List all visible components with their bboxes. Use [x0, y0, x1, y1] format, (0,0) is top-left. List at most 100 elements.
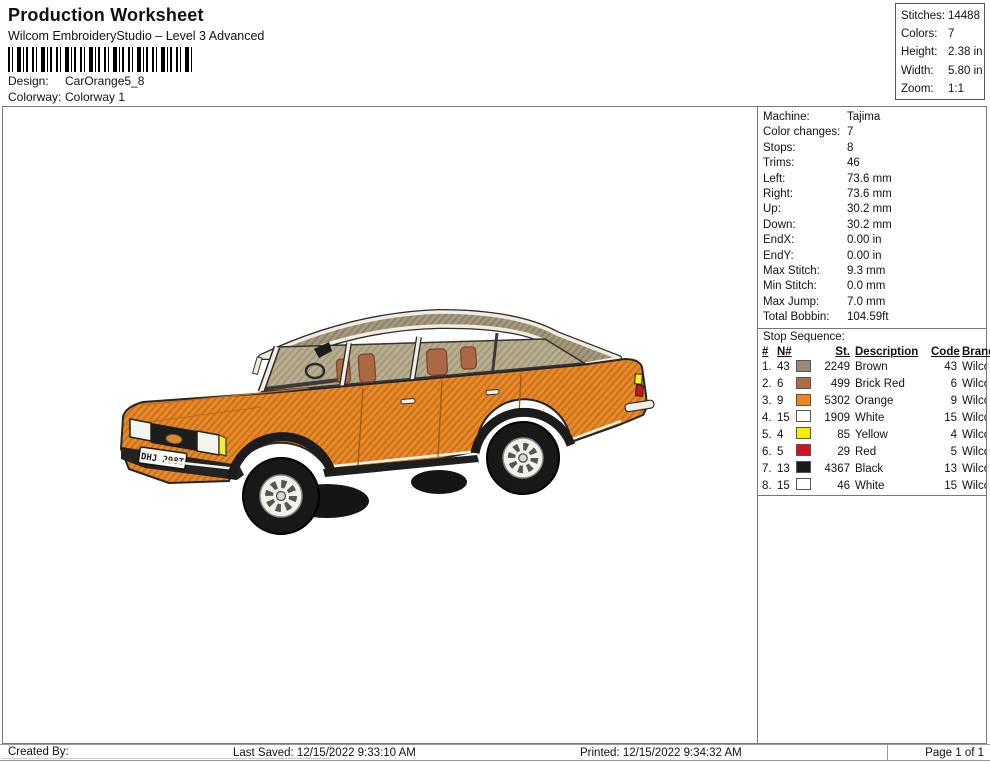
stop-needle: 15 [777, 410, 796, 427]
machine-info-row: Down:30.2 mm [763, 218, 986, 233]
stop-description: Yellow [850, 427, 931, 444]
machine-info-label: EndX: [763, 233, 847, 248]
colorway-row: Colorway:Colorway 1 [8, 90, 125, 104]
stop-code: 5 [931, 444, 957, 461]
machine-info-row: Max Jump:7.0 mm [763, 295, 986, 310]
summary-label: Height: [901, 43, 948, 61]
stop-stitch-count: 5302 [816, 394, 850, 411]
stop-column-header: N# [777, 345, 796, 360]
thread-color-swatch [796, 360, 811, 372]
front-indicator [219, 435, 226, 456]
worksheet-body: DHJ 298T [2, 106, 987, 744]
stop-number: 3. [758, 394, 777, 411]
stop-sequence-row: 1.432249Brown43Wilcom [758, 360, 986, 377]
stop-brand: Wilcom [957, 478, 986, 495]
summary-label: Zoom: [901, 80, 948, 98]
machine-info-value: 73.6 mm [847, 188, 892, 200]
machine-info-row: EndX:0.00 in [763, 233, 986, 248]
stop-code: 15 [931, 478, 957, 495]
machine-info-row: Right:73.6 mm [763, 187, 986, 202]
machine-info-row: Machine:Tajima [763, 110, 986, 125]
summary-value: 7 [948, 28, 954, 40]
thread-color-swatch [796, 461, 811, 473]
stop-stitch-count: 85 [816, 427, 850, 444]
colorway-label: Colorway: [8, 90, 65, 104]
stop-column-header: Brand [957, 345, 986, 360]
stop-needle: 15 [777, 478, 796, 495]
machine-info-label: Total Bobbin: [763, 310, 847, 325]
machine-info-label: Up: [763, 202, 847, 217]
stop-number: 5. [758, 427, 777, 444]
stop-needle: 5 [777, 444, 796, 461]
stop-stitch-count: 46 [816, 478, 850, 495]
stop-needle: 9 [777, 394, 796, 411]
machine-info-value: 30.2 mm [847, 203, 892, 215]
front-wheel [243, 458, 319, 534]
app-subtitle: Wilcom EmbroideryStudio – Level 3 Advanc… [8, 29, 264, 43]
stop-sequence-row: 2.6499Brick Red6Wilcom [758, 377, 986, 394]
summary-value: 14488 [948, 10, 980, 22]
stop-column-header: St. [816, 345, 850, 360]
stop-sequence-row: 5.485Yellow4Wilcom [758, 427, 986, 444]
page-title: Production Worksheet [8, 5, 204, 26]
stop-swatch-cell [796, 410, 816, 427]
stop-sequence-row: 3.95302Orange9Wilcom [758, 394, 986, 411]
machine-info-row: Min Stitch:0.0 mm [763, 279, 986, 294]
machine-info-row: Max Stitch:9.3 mm [763, 264, 986, 279]
summary-row: Colors:7 [901, 25, 984, 43]
thread-color-swatch [796, 478, 811, 490]
headlight-left [130, 419, 151, 441]
printed-text: Printed: 12/15/2022 9:34:32 AM [580, 747, 742, 759]
summary-label: Stitches: [901, 7, 948, 25]
thread-color-swatch [796, 394, 811, 406]
far-rear-wheel [411, 470, 467, 494]
stop-brand: Wilcom [957, 377, 986, 394]
stop-description: White [850, 478, 931, 495]
stop-sequence-row: 4.151909White15Wilcom [758, 410, 986, 427]
stop-swatch-cell [796, 377, 816, 394]
machine-info-list: Machine:TajimaColor changes:7Stops:8Trim… [758, 107, 986, 329]
headlight-right [197, 431, 219, 455]
stop-needle: 13 [777, 461, 796, 478]
stop-description: Brown [850, 360, 931, 377]
machine-info-label: Stops: [763, 141, 847, 156]
aerial [253, 357, 262, 375]
machine-info-label: Right: [763, 187, 847, 202]
thread-color-swatch [796, 377, 811, 389]
stop-sequence-title: Stop Sequence: [758, 329, 986, 345]
stop-brand: Wilcom [957, 360, 986, 377]
stop-column-swatch [796, 345, 816, 360]
machine-info-value: 73.6 mm [847, 173, 892, 185]
design-barcode [8, 47, 194, 72]
summary-value: 2.38 in [948, 46, 983, 58]
stop-swatch-cell [796, 394, 816, 411]
stop-description: Brick Red [850, 377, 931, 394]
stop-code: 13 [931, 461, 957, 478]
colorway-value: Colorway 1 [65, 90, 125, 104]
production-worksheet-page: { "header": { "title": "Production Works… [0, 0, 990, 762]
stop-code: 9 [931, 394, 957, 411]
design-label: Design: [8, 74, 65, 88]
stop-code: 43 [931, 360, 957, 377]
stop-number: 2. [758, 377, 777, 394]
stop-sequence-row: 6.529Red5Wilcom [758, 444, 986, 461]
summary-label: Colors: [901, 25, 948, 43]
machine-info-label: Left: [763, 172, 847, 187]
machine-info-label: EndY: [763, 249, 847, 264]
summary-value: 1:1 [948, 83, 964, 95]
stop-needle: 6 [777, 377, 796, 394]
machine-info-row: Trims:46 [763, 156, 986, 171]
tail-indicator [635, 374, 643, 385]
stop-brand: Wilcom [957, 444, 986, 461]
embroidery-car-design: DHJ 298T [109, 299, 669, 539]
page-number-cell: Page 1 of 1 [887, 745, 988, 760]
stop-number: 8. [758, 478, 777, 495]
stop-sequence-table: #N#St.DescriptionCodeBrand 1.432249Brown… [758, 345, 986, 495]
machine-info-row: Total Bobbin:104.59ft [763, 310, 986, 325]
stop-description: Orange [850, 394, 931, 411]
door-handle-front [401, 399, 415, 404]
stop-code: 4 [931, 427, 957, 444]
last-saved-text: Last Saved: 12/15/2022 9:33:10 AM [233, 747, 416, 759]
stop-number: 4. [758, 410, 777, 427]
thread-color-swatch [796, 410, 811, 422]
